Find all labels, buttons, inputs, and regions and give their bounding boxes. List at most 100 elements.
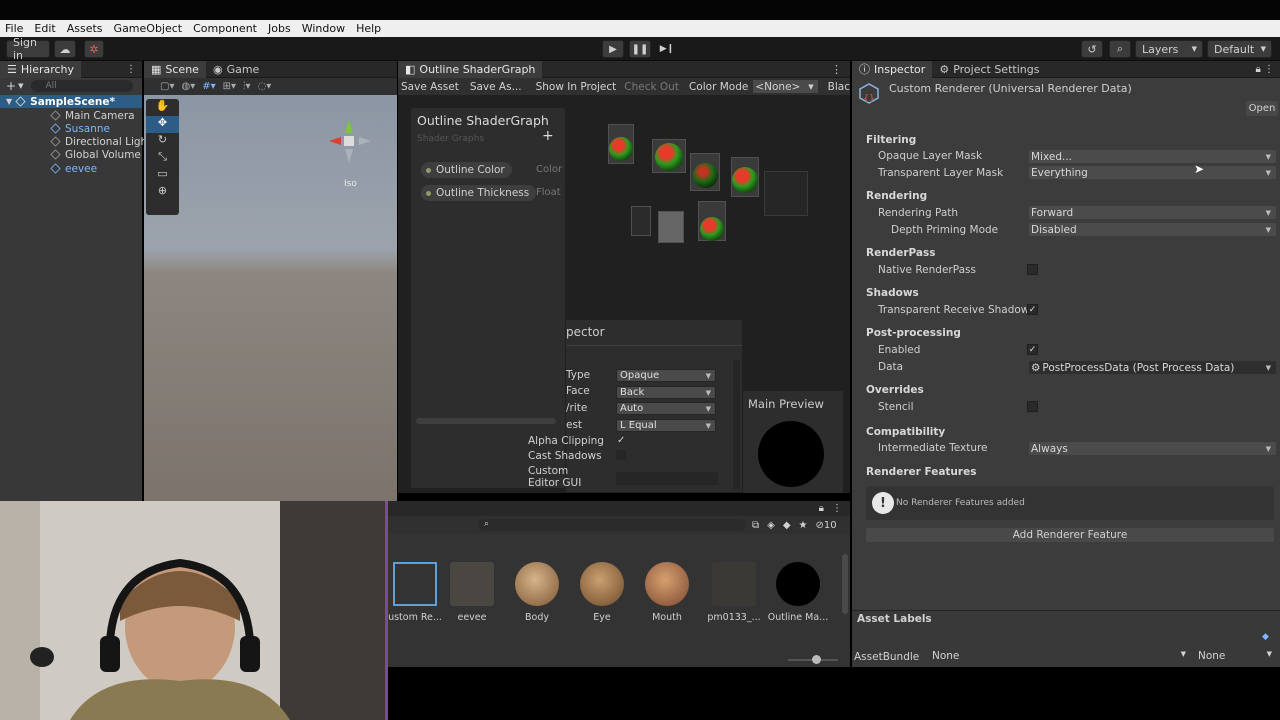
hidden-packages-icon[interactable]: ⊘10 [816,520,837,531]
custom-editor-gui-field[interactable] [616,472,718,485]
asset-outline-material[interactable]: Outline Ma... [767,562,829,623]
move-tool-icon[interactable]: ✥ [146,116,179,133]
lock-icon[interactable]: 🔒︎ [819,503,824,514]
show-in-project-button[interactable]: Show In Project [536,81,617,93]
slider-handle[interactable] [812,655,821,664]
native-renderpass-checkbox[interactable] [1027,264,1038,275]
depth-write-dropdown[interactable]: Auto [616,402,716,415]
tab-scene[interactable]: ▦ Scene [144,60,206,78]
menu-file[interactable]: File [5,22,23,35]
property-outline-color[interactable]: Outline Color [421,162,512,178]
rendering-path-dropdown[interactable]: Forward [1029,206,1276,219]
tag-icon[interactable]: ◆ [783,520,791,531]
alpha-clipping-checkbox[interactable]: ✓ [617,435,625,446]
hierarchy-search-input[interactable]: All [31,80,134,92]
check-out-button[interactable]: Check Out [624,81,679,93]
render-mode-icon[interactable]: ◍▾ [181,81,195,92]
intermediate-texture-dropdown[interactable]: Always [1029,442,1276,455]
surface-type-dropdown[interactable]: Opaque [616,369,716,382]
tab-hierarchy[interactable]: ☰ Hierarchy [0,60,82,78]
menu-jobs[interactable]: Jobs [268,22,291,35]
blackboard-toggle[interactable]: Blac [828,81,850,93]
tab-inspector[interactable]: ⓘ Inspector [852,60,933,78]
hierarchy-item-susanne[interactable]: Susanne [50,122,110,135]
property-outline-thickness[interactable]: Outline Thickness [421,185,537,201]
hierarchy-item-main-camera[interactable]: Main Camera [50,109,135,122]
expand-icon[interactable]: ▼ [6,97,12,106]
hand-tool-icon[interactable]: ✋ [146,99,179,116]
hierarchy-item-directional-light[interactable]: Directional Ligh [50,135,147,148]
save-asset-button[interactable]: Save Asset [401,81,459,93]
asset-eye[interactable]: Eye [571,562,633,623]
orientation-gizmo[interactable] [319,113,379,173]
gizmo-icon[interactable]: ⫶▾ [243,81,251,92]
menu-component[interactable]: Component [193,22,257,35]
grid-icon[interactable]: #▾ [202,81,215,92]
graph-inspector-scrollbar[interactable] [733,360,740,490]
layers-dropdown[interactable]: Layers ▼ [1135,40,1203,58]
color-mode-dropdown[interactable]: <None> ▼ [753,80,818,93]
save-as-button[interactable]: Save As... [470,81,522,93]
rotate-tool-icon[interactable]: ↻ [146,133,179,150]
collab-icon[interactable]: ✲ [84,40,104,58]
asset-bundle-variant-dropdown[interactable]: None ▼ [1196,650,1276,663]
filter-label-icon[interactable]: ◈ [767,520,775,531]
asset-custom-renderer[interactable]: ustom Re... [384,562,446,623]
sign-in-button[interactable]: Sign in [6,36,50,62]
menu-gameobject[interactable]: GameObject [114,22,183,35]
snap-icon[interactable]: ⊞▾ [223,81,236,92]
scene-viewport[interactable]: ✋ ✥ ↻ ⤡ ▭ ⊕ Iso [144,95,397,501]
filter-type-icon[interactable]: ⧉ [752,520,759,531]
blackboard-scrollbar[interactable] [416,418,556,424]
menu-edit[interactable]: Edit [34,22,55,35]
opaque-layer-mask-dropdown[interactable]: Mixed... [1029,150,1276,163]
iso-label[interactable]: Iso [344,179,357,189]
menu-assets[interactable]: Assets [67,22,103,35]
project-scrollbar[interactable] [842,554,848,614]
rect-tool-icon[interactable]: ▭ [146,167,179,184]
preview-sphere[interactable] [758,421,824,487]
asset-eevee[interactable]: eevee [441,562,503,623]
depth-priming-mode-dropdown[interactable]: Disabled [1029,223,1276,236]
tab-project-settings[interactable]: ⚙ Project Settings [932,61,1046,78]
draw-mode-icon[interactable]: ▢▾ [160,81,174,92]
tab-outline-shadergraph[interactable]: ◧ Outline ShaderGraph [398,60,543,78]
history-icon[interactable]: ↺ [1081,40,1103,58]
add-icon[interactable]: + [6,79,16,93]
search-icon[interactable]: ⌕ [1109,40,1131,58]
project-search-input[interactable]: ⌕ [478,519,746,531]
cloud-icon[interactable]: ☁ [54,40,76,58]
transparent-receive-shadows-checkbox[interactable]: ✓ [1027,304,1038,315]
hierarchy-item-global-volume[interactable]: Global Volume [50,148,141,161]
panel-menu-icon[interactable]: ⋮ [126,64,136,75]
menu-window[interactable]: Window [302,22,345,35]
graph-node[interactable] [658,211,684,243]
asset-pm0133[interactable]: pm0133_... [703,562,765,623]
post-process-data-field[interactable]: ⚙ PostProcessData (Post Process Data) [1029,361,1276,374]
chevron-down-icon[interactable]: ▼ [18,82,23,90]
transparent-layer-mask-dropdown[interactable]: Everything [1029,166,1276,179]
label-tag-icon[interactable]: ◆ [1262,632,1269,642]
lock-icon[interactable]: 🔒︎ ⋮ [1256,64,1275,75]
panel-menu-icon[interactable]: ⋮ [832,503,842,514]
stencil-checkbox[interactable] [1027,401,1038,412]
open-button[interactable]: Open [1246,101,1278,116]
menu-help[interactable]: Help [356,22,381,35]
render-face-dropdown[interactable]: Back [616,386,716,399]
play-button[interactable]: ▶ [602,40,624,58]
depth-test-dropdown[interactable]: L Equal [616,419,716,432]
add-property-icon[interactable]: + [542,128,554,144]
camera-icon[interactable]: ◌▾ [258,81,272,92]
tab-game[interactable]: ◉ Game [206,61,266,78]
step-button[interactable]: ▶❙ [656,40,678,58]
scene-row[interactable]: ▼ SampleScene* [0,95,142,108]
pause-button[interactable]: ❚❚ [629,40,651,58]
asset-body[interactable]: Body [506,562,568,623]
transform-tool-icon[interactable]: ⊕ [146,184,179,201]
graph-node[interactable] [631,206,651,236]
add-renderer-feature-button[interactable]: Add Renderer Feature [866,528,1274,542]
favorite-icon[interactable]: ★ [799,520,808,531]
layout-dropdown[interactable]: Default ▼ [1207,40,1272,58]
post-processing-enabled-checkbox[interactable]: ✓ [1027,344,1038,355]
scale-tool-icon[interactable]: ⤡ [146,150,179,167]
